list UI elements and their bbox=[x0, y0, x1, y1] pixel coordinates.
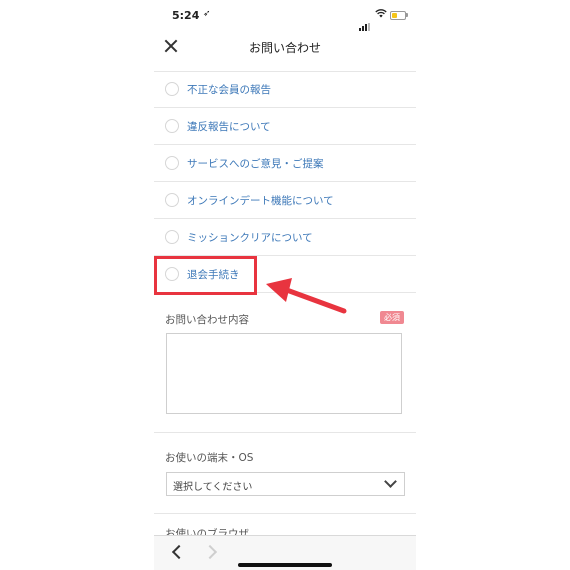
divider bbox=[154, 432, 416, 433]
status-time: 5:24 bbox=[172, 9, 200, 22]
option-mission-clear[interactable]: ミッションクリアについて bbox=[154, 219, 416, 256]
status-bar: 5:24 ➶ bbox=[154, 0, 416, 31]
wifi-icon bbox=[375, 9, 387, 21]
divider bbox=[154, 513, 416, 514]
inquiry-label: お問い合わせ内容 bbox=[165, 314, 249, 326]
option-violation-report[interactable]: 違反報告について bbox=[154, 108, 416, 145]
home-indicator[interactable] bbox=[238, 563, 332, 567]
radio-icon[interactable] bbox=[165, 193, 179, 207]
option-online-date[interactable]: オンラインデート機能について bbox=[154, 182, 416, 219]
browser-toolbar bbox=[154, 535, 416, 570]
device-select[interactable]: 選択してください bbox=[166, 472, 405, 496]
forward-arrow-icon[interactable] bbox=[202, 544, 218, 560]
radio-icon[interactable] bbox=[165, 156, 179, 170]
page-header: お問い合わせ bbox=[154, 32, 416, 60]
option-label: オンラインデート機能について bbox=[187, 195, 334, 207]
option-label: サービスへのご意見・ご提案 bbox=[187, 158, 324, 170]
select-value: 選択してください bbox=[173, 482, 253, 493]
radio-icon[interactable] bbox=[165, 82, 179, 96]
option-label: 違反報告について bbox=[187, 121, 271, 133]
option-feedback[interactable]: サービスへのご意見・ご提案 bbox=[154, 145, 416, 182]
page-title: お問い合わせ bbox=[248, 41, 321, 55]
chevron-down-icon bbox=[384, 475, 397, 488]
location-icon: ➶ bbox=[203, 9, 211, 19]
battery-icon bbox=[390, 11, 406, 20]
option-fraud-report[interactable]: 不正な会員の報告 bbox=[154, 71, 416, 108]
device-label: お使いの端末・OS bbox=[165, 452, 254, 464]
option-label: 不正な会員の報告 bbox=[187, 84, 271, 96]
radio-icon[interactable] bbox=[165, 119, 179, 133]
inquiry-textarea[interactable] bbox=[166, 333, 402, 414]
radio-icon[interactable] bbox=[165, 230, 179, 244]
required-badge: 必須 bbox=[380, 311, 404, 324]
annotation-arrow-icon bbox=[266, 278, 347, 314]
highlight-box bbox=[154, 256, 257, 295]
option-label: ミッションクリアについて bbox=[187, 232, 313, 244]
signal-icon bbox=[359, 12, 371, 31]
back-arrow-icon[interactable] bbox=[171, 544, 187, 560]
